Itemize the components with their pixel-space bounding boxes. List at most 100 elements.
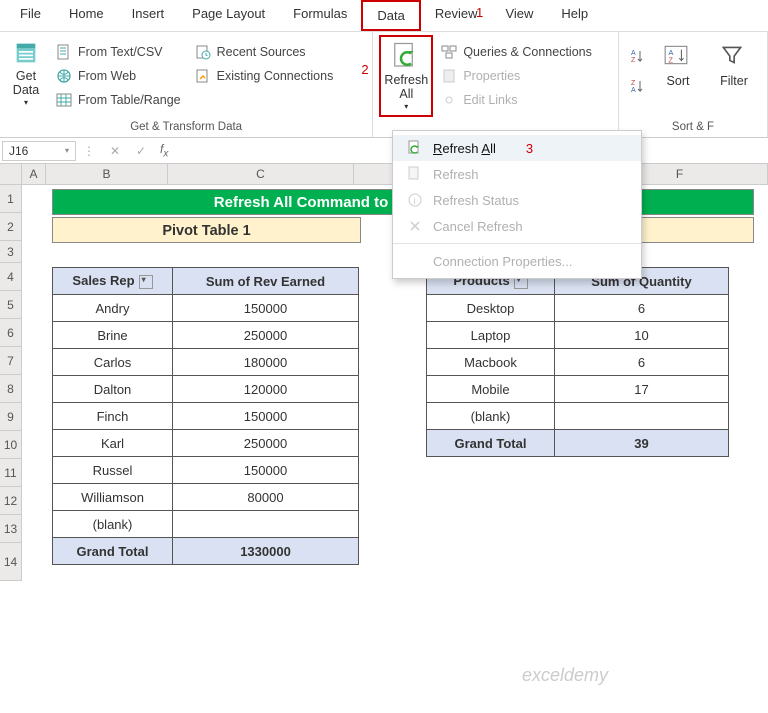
svg-text:Z: Z [631, 57, 636, 64]
web-icon [56, 68, 72, 84]
textcsv-icon [56, 44, 72, 60]
table-row: Macbook6 [427, 349, 729, 376]
callout-1: 1 [476, 5, 483, 20]
tab-view[interactable]: View [491, 0, 547, 31]
row-5[interactable]: 5 [0, 291, 22, 319]
column-headers: A B C F [0, 164, 768, 185]
row-13[interactable]: 13 [0, 515, 22, 543]
row-8[interactable]: 8 [0, 375, 22, 403]
row-3[interactable]: 3 [0, 241, 22, 263]
table-row: Laptop10 [427, 322, 729, 349]
table-row: Williamson80000 [53, 484, 359, 511]
existing-conn-icon [195, 68, 211, 84]
tab-data[interactable]: Data [361, 0, 420, 31]
row-14[interactable]: 14 [0, 543, 22, 581]
links-icon [441, 92, 457, 108]
subtitle-1: Pivot Table 1 [52, 217, 361, 243]
tab-formulas[interactable]: Formulas [279, 0, 361, 31]
refresh-dropdown: Refresh All3 Refresh iRefresh Status Can… [392, 130, 642, 279]
group-get-transform: Get Data ▾ From Text/CSV From Web From T… [0, 32, 373, 137]
sort-button[interactable]: AZ Sort [651, 35, 705, 95]
table-row: (blank) [53, 511, 359, 538]
fx-label[interactable]: fx [154, 142, 174, 159]
refresh-single-icon [407, 166, 423, 182]
svg-text:A: A [631, 87, 636, 94]
svg-text:i: i [414, 196, 416, 206]
sort-desc-button[interactable]: ZA [625, 77, 649, 95]
row-2[interactable]: 2 [0, 213, 22, 241]
row-12[interactable]: 12 [0, 487, 22, 515]
filter-dropdown-icon[interactable] [139, 275, 153, 289]
grid: A B C F 1234567891011121314 Refresh All … [0, 164, 768, 605]
table-row: (blank) [427, 403, 729, 430]
watermark: exceldemy [522, 665, 608, 686]
table-row: Russel150000 [53, 457, 359, 484]
row-9[interactable]: 9 [0, 403, 22, 431]
sort-icon: AZ [663, 42, 693, 72]
cancel-icon [407, 218, 423, 234]
row-10[interactable]: 10 [0, 431, 22, 459]
existing-conn-button[interactable]: Existing Connections [191, 67, 338, 85]
sort-asc-icon: AZ [629, 48, 645, 64]
table-row: Brine250000 [53, 322, 359, 349]
tab-home[interactable]: Home [55, 0, 118, 31]
group-sort: AZ ZA AZ Sort Filter Sort & F [619, 32, 768, 137]
row-7[interactable]: 7 [0, 347, 22, 375]
dd-refresh-status: iRefresh Status [393, 187, 641, 213]
callout-2: 2 [361, 62, 368, 77]
table-row: Mobile17 [427, 376, 729, 403]
row-headers: 1234567891011121314 [0, 185, 22, 605]
col-B[interactable]: B [46, 164, 168, 184]
formula-bar: J16▾ ⋮ ✕ ✓ fx [0, 138, 768, 164]
table-row: Finch150000 [53, 403, 359, 430]
filter-button[interactable]: Filter [707, 35, 761, 95]
enter-formula: ✓ [128, 144, 154, 158]
sort-desc-icon: ZA [629, 78, 645, 94]
svg-text:Z: Z [631, 80, 636, 87]
queries-conn-button[interactable]: Queries & Connections [437, 43, 596, 61]
table-row: Dalton120000 [53, 376, 359, 403]
refresh-all-button[interactable]: Refresh All ▾ [379, 35, 433, 117]
dd-cancel-refresh: Cancel Refresh [393, 213, 641, 239]
col-C[interactable]: C [168, 164, 354, 184]
group-label-sort: Sort & F [625, 121, 761, 135]
dd-conn-props: Connection Properties... [393, 248, 641, 274]
get-data-label: Get Data [13, 69, 39, 98]
row-4[interactable]: 4 [0, 263, 22, 291]
dd-refresh: Refresh [393, 161, 641, 187]
pivot-table-2: ProductsSum of Quantity Desktop6Laptop10… [426, 267, 729, 457]
row-11[interactable]: 11 [0, 459, 22, 487]
queries-icon [441, 44, 457, 60]
table-row: Andry150000 [53, 295, 359, 322]
table-row: Carlos180000 [53, 349, 359, 376]
tab-insert[interactable]: Insert [118, 0, 179, 31]
dd-refresh-all[interactable]: Refresh All3 [393, 135, 641, 161]
fb-menu[interactable]: ⋮ [76, 144, 102, 158]
col-A[interactable]: A [22, 164, 46, 184]
row-6[interactable]: 6 [0, 319, 22, 347]
table-icon [56, 92, 72, 108]
get-data-icon [12, 39, 40, 67]
properties-icon [441, 68, 457, 84]
get-data-button[interactable]: Get Data ▾ [6, 35, 46, 111]
from-web-button[interactable]: From Web [52, 67, 185, 85]
name-box[interactable]: J16▾ [2, 141, 76, 161]
row-1[interactable]: 1 [0, 185, 22, 213]
select-all-corner[interactable] [0, 164, 22, 184]
group-queries: 2 Refresh All ▾ Queries & Connections Pr… [373, 32, 619, 137]
refresh-all-icon [407, 140, 423, 156]
sort-asc-button[interactable]: AZ [625, 47, 649, 65]
refresh-icon [391, 41, 421, 71]
from-textcsv-button[interactable]: From Text/CSV [52, 43, 185, 61]
tab-help[interactable]: Help [547, 0, 602, 31]
group-label-get: Get & Transform Data [6, 121, 366, 135]
svg-text:Z: Z [668, 55, 673, 64]
ribbon: Get Data ▾ From Text/CSV From Web From T… [0, 32, 768, 138]
cancel-formula: ✕ [102, 144, 128, 158]
tab-page-layout[interactable]: Page Layout [178, 0, 279, 31]
table-row: Desktop6 [427, 295, 729, 322]
recent-sources-button[interactable]: Recent Sources [191, 43, 338, 61]
from-table-button[interactable]: From Table/Range [52, 91, 185, 109]
ribbon-tabs: File Home Insert Page Layout Formulas Da… [0, 0, 768, 32]
tab-file[interactable]: File [6, 0, 55, 31]
